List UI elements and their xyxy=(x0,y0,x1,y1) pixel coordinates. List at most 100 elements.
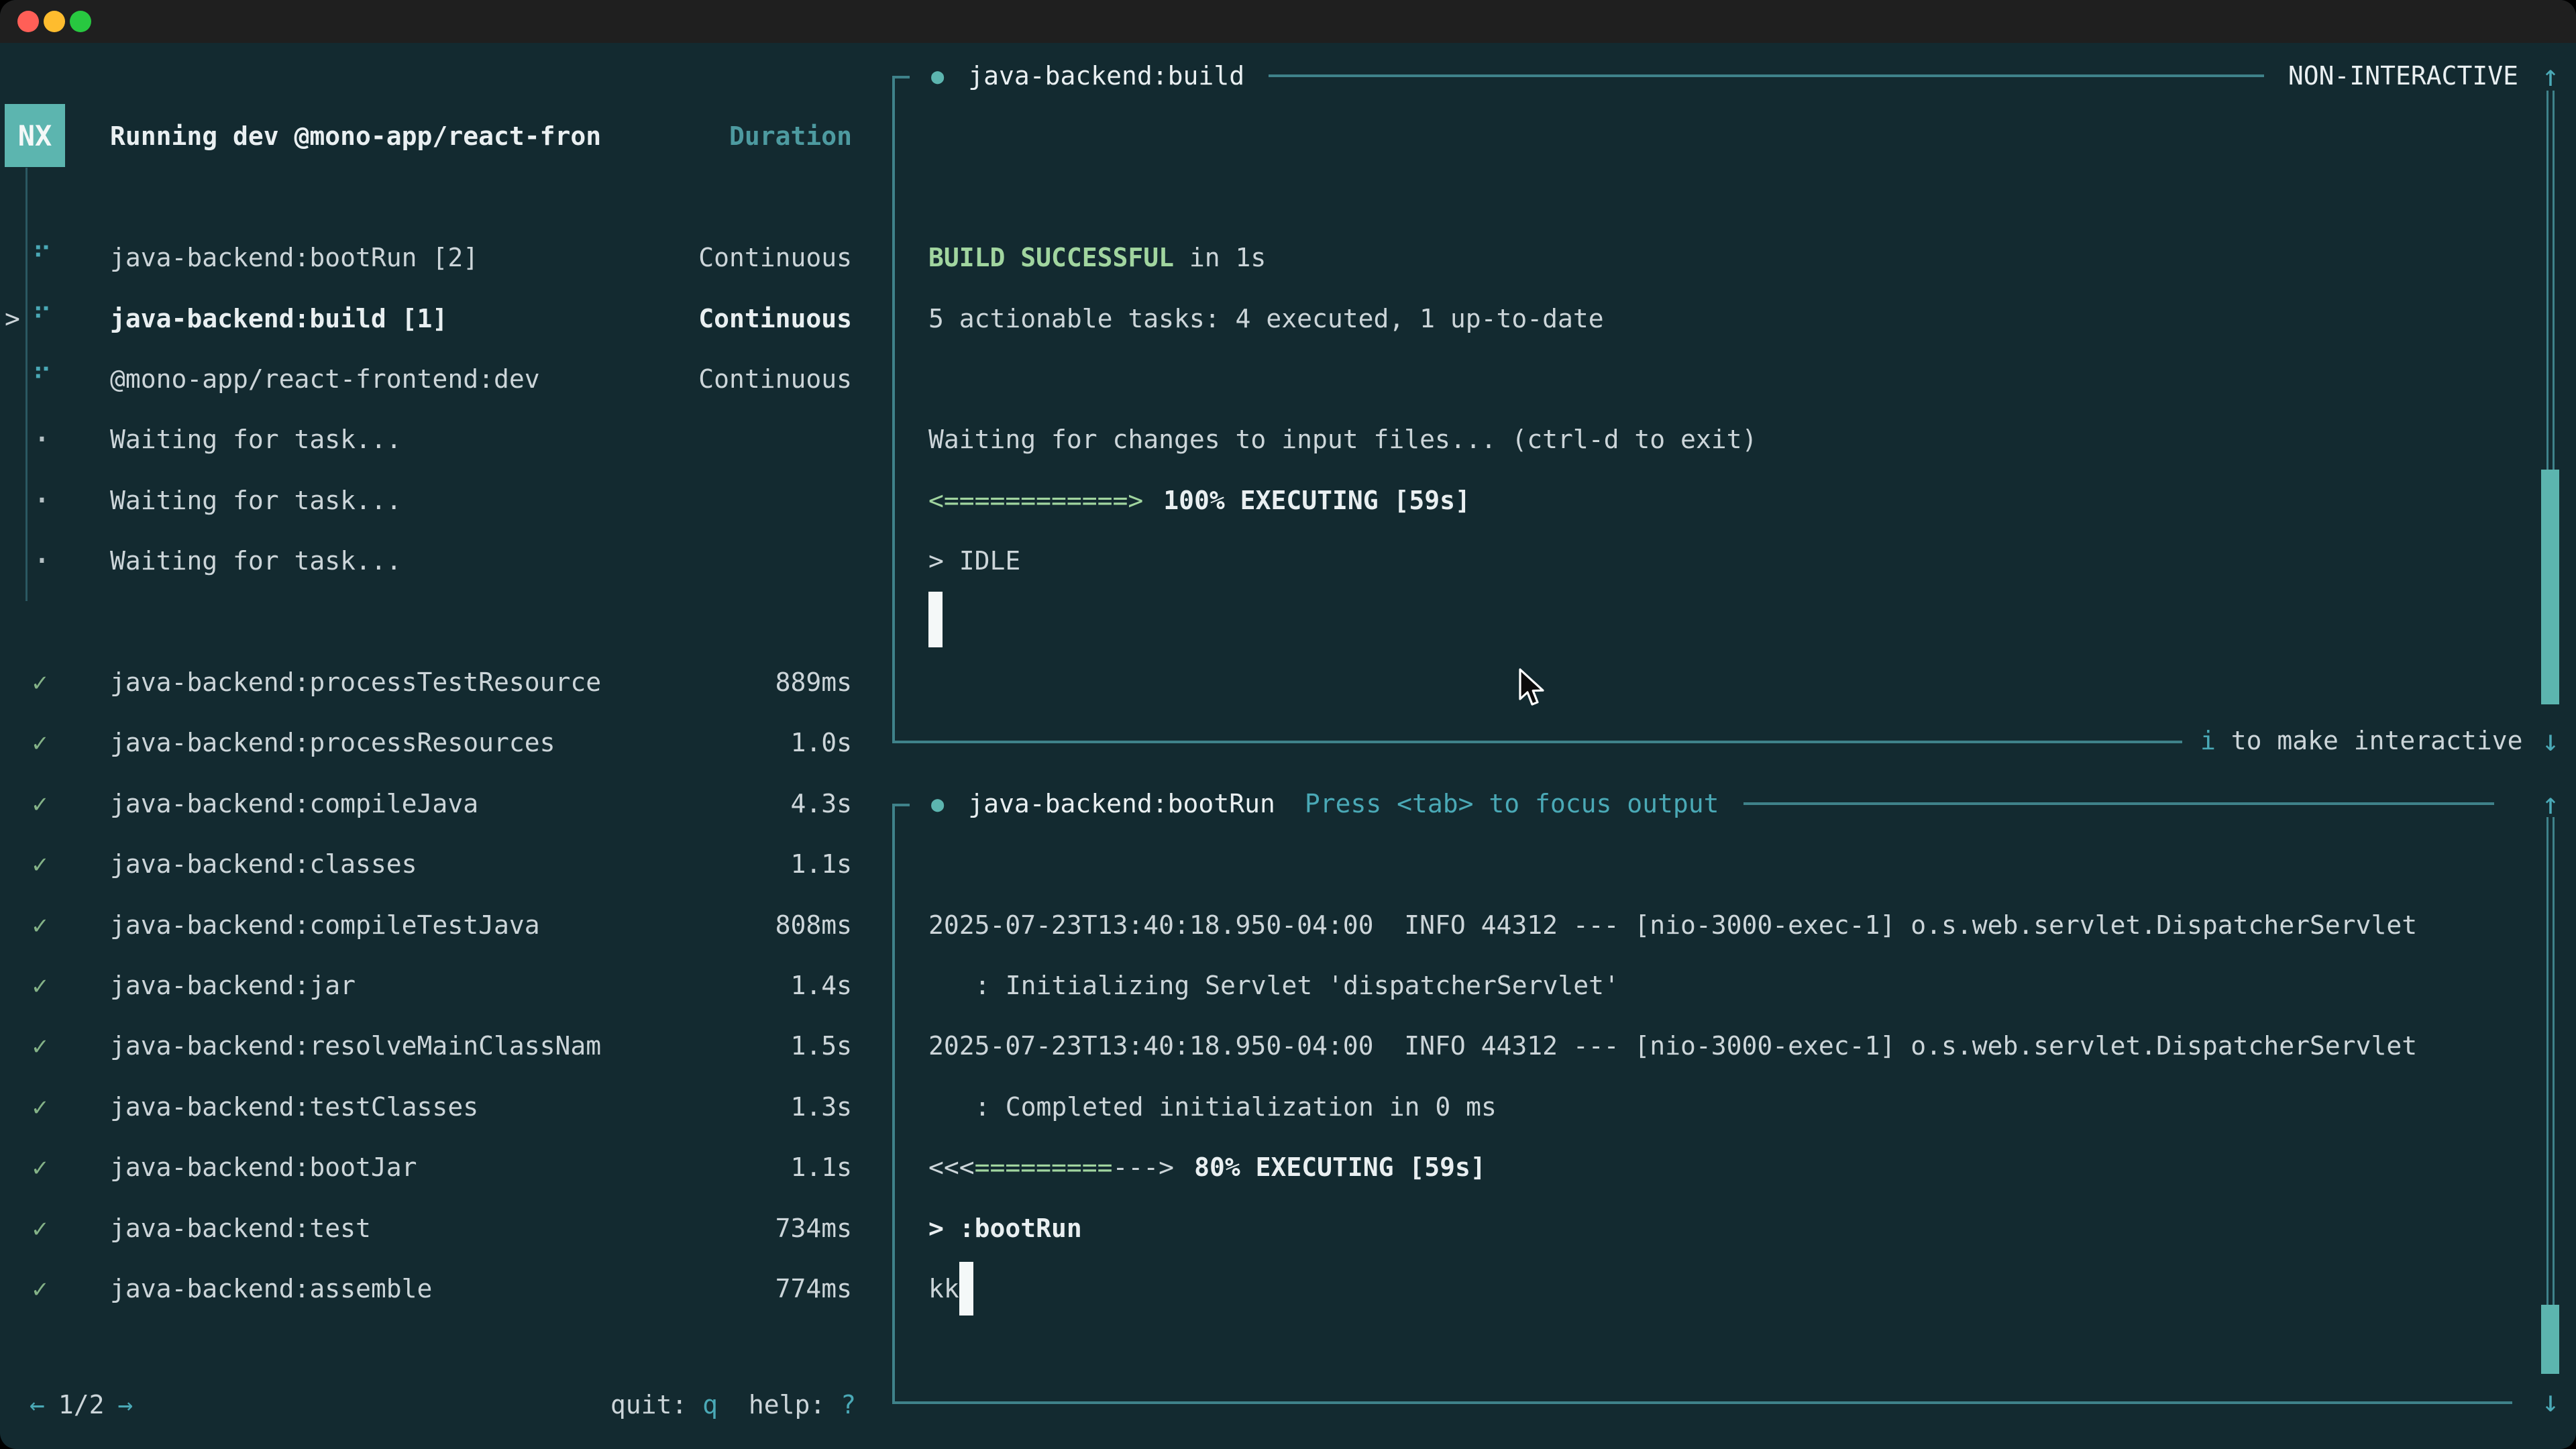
build-pane-bottom-border xyxy=(892,741,2182,743)
task-duration: 1.4s xyxy=(790,971,852,1000)
task-status-icon: ✓ xyxy=(32,1031,48,1061)
task-label: Waiting for task... xyxy=(110,425,402,454)
task-row[interactable]: · Waiting for task... xyxy=(0,531,885,591)
task-status-icon: · xyxy=(32,542,52,580)
progress-suffix: ---> xyxy=(1113,1152,1175,1182)
scroll-down-icon[interactable]: ↓ xyxy=(2534,710,2567,771)
bootrun-pane-left-border xyxy=(892,804,895,1401)
task-row[interactable]: ⠋ @mono-app/react-frontend:dev Continuou… xyxy=(0,349,885,409)
interactive-hint-key[interactable]: i xyxy=(2200,726,2216,755)
task-status: Continuous xyxy=(698,364,852,394)
terminal-window: NX Running dev @mono-app/react-fron Dura… xyxy=(0,0,2576,1449)
bootrun-pane-bottom-border xyxy=(892,1401,2512,1404)
build-progress-bar: <============> xyxy=(928,486,1143,515)
task-status-icon: · xyxy=(32,482,52,519)
task-label: java-backend:bootRun [2] xyxy=(110,243,478,272)
task-status: Continuous xyxy=(698,243,852,272)
bootrun-pane-header[interactable]: ● java-backend:bootRun Press <tab> to fo… xyxy=(892,773,2518,834)
build-pane-header[interactable]: ● java-backend:build NON-INTERACTIVE xyxy=(892,46,2518,106)
task-status: Continuous xyxy=(698,304,852,333)
build-successful-text: BUILD SUCCESSFUL xyxy=(928,243,1174,272)
focus-output-hint: Press <tab> to focus output xyxy=(1305,789,1719,818)
task-row[interactable]: · Waiting for task... xyxy=(0,409,885,470)
task-running-dot-icon: ● xyxy=(931,791,944,816)
bootrun-progress-bar: ========= xyxy=(975,1152,1113,1182)
task-status-icon: ✓ xyxy=(32,789,48,818)
task-row[interactable]: ✓ java-backend:compileTestJava 808ms xyxy=(0,895,885,955)
task-row[interactable]: ✓ java-backend:classes 1.1s xyxy=(0,834,885,894)
task-row[interactable]: ✓ java-backend:processTestResource 889ms xyxy=(0,652,885,712)
task-status-icon: ✓ xyxy=(32,1152,48,1182)
task-row[interactable]: ✓ java-backend:test 734ms xyxy=(0,1198,885,1258)
bootrun-terminal-cursor xyxy=(959,1262,973,1316)
task-row[interactable]: ✓ java-backend:resolveMainClassNam 1.5s xyxy=(0,1016,885,1076)
zoom-button[interactable] xyxy=(70,11,91,32)
task-duration: 808ms xyxy=(775,910,852,940)
scroll-down-icon[interactable]: ↓ xyxy=(2534,1371,2567,1432)
minimize-button[interactable] xyxy=(44,11,65,32)
task-row[interactable]: ✓ java-backend:jar 1.4s xyxy=(0,955,885,1016)
bootrun-progress-line: <<< ========= ---> 80% EXECUTING [59s] xyxy=(928,1137,1486,1197)
build-pane-mode-badge: NON-INTERACTIVE xyxy=(2288,61,2518,91)
help-key[interactable]: ? xyxy=(841,1390,856,1419)
scrollbar-track[interactable] xyxy=(2546,817,2555,1305)
task-label: java-backend:classes xyxy=(110,849,417,879)
task-row[interactable]: ⠋ java-backend:bootRun [2] Continuous xyxy=(0,227,885,288)
close-button[interactable] xyxy=(17,11,39,32)
page-next-icon[interactable]: → xyxy=(118,1390,133,1419)
task-row[interactable]: ✓ java-backend:processResources 1.0s xyxy=(0,712,885,773)
scrollbar-track[interactable] xyxy=(2546,91,2555,470)
log-line: : Initializing Servlet 'dispatcherServle… xyxy=(928,955,1619,1016)
page-indicator: 1/2 xyxy=(58,1390,105,1419)
build-terminal-cursor xyxy=(928,592,943,647)
task-row[interactable]: ✓ java-backend:assemble 774ms xyxy=(0,1258,885,1319)
task-row[interactable]: · Waiting for task... xyxy=(0,470,885,531)
window-titlebar xyxy=(0,0,2576,43)
task-duration: 4.3s xyxy=(790,789,852,818)
task-status-icon: ⠋ xyxy=(32,364,52,394)
task-row[interactable]: ✓ java-backend:compileJava 4.3s xyxy=(0,773,885,834)
build-success-duration: in 1s xyxy=(1174,243,1266,272)
task-row[interactable]: > ⠋ java-backend:build [1] Continuous xyxy=(0,288,885,349)
interactive-hint-text: to make interactive xyxy=(2216,726,2523,755)
task-running-dot-icon: ● xyxy=(931,63,944,89)
task-label: java-backend:testClasses xyxy=(110,1092,478,1122)
task-label: java-backend:bootJar xyxy=(110,1152,417,1182)
quit-key[interactable]: q xyxy=(702,1390,718,1419)
task-duration: 734ms xyxy=(775,1214,852,1243)
log-line: : Completed initialization in 0 ms xyxy=(928,1077,1497,1137)
sidebar-title: Running dev @mono-app/react-fron xyxy=(110,121,601,151)
task-label: java-backend:processTestResource xyxy=(110,667,601,697)
build-progress-text: 100% EXECUTING [59s] xyxy=(1163,486,1470,515)
task-duration: 1.1s xyxy=(790,849,852,879)
bootrun-input-line[interactable]: kk xyxy=(928,1258,973,1319)
log-line: 2025-07-23T13:40:18.950-04:00 INFO 44312… xyxy=(928,1016,2417,1076)
task-duration: 774ms xyxy=(775,1274,852,1303)
help-label: help: xyxy=(749,1390,841,1419)
task-status-icon: ✓ xyxy=(32,849,48,879)
task-label: java-backend:test xyxy=(110,1214,371,1243)
bootrun-pane-header-rule xyxy=(1743,802,2494,805)
task-label: java-backend:assemble xyxy=(110,1274,432,1303)
build-tasks-summary-line: 5 actionable tasks: 4 executed, 1 up-to-… xyxy=(928,288,1604,349)
scrollbar-thumb[interactable] xyxy=(2541,1305,2559,1374)
task-row[interactable]: ✓ java-backend:bootJar 1.1s xyxy=(0,1137,885,1197)
task-row[interactable]: ✓ java-backend:testClasses 1.3s xyxy=(0,1077,885,1137)
page-prev-icon[interactable]: ← xyxy=(30,1390,45,1419)
build-pane-title: java-backend:build xyxy=(968,61,1244,91)
log-line: 2025-07-23T13:40:18.950-04:00 INFO 44312… xyxy=(928,895,2417,955)
task-duration: 1.1s xyxy=(790,1152,852,1182)
typed-input-text: kk xyxy=(928,1274,959,1303)
build-pane-left-border xyxy=(892,76,895,741)
progress-prefix: <<< xyxy=(928,1152,975,1182)
scrollbar-thumb[interactable] xyxy=(2541,470,2559,704)
task-label: java-backend:jar xyxy=(110,971,356,1000)
task-status-icon: ✓ xyxy=(32,910,48,940)
nx-tui-app: NX Running dev @mono-app/react-fron Dura… xyxy=(0,43,2576,1449)
interactive-hint: i to make interactive xyxy=(2200,710,2522,771)
bootrun-task-line: > :bootRun xyxy=(928,1198,1082,1258)
bootrun-pane-title: java-backend:bootRun xyxy=(968,789,1275,818)
build-pane-header-rule xyxy=(1269,74,2264,77)
task-status-icon: ✓ xyxy=(32,971,48,1000)
build-progress-line: <============> 100% EXECUTING [59s] xyxy=(928,470,1470,531)
